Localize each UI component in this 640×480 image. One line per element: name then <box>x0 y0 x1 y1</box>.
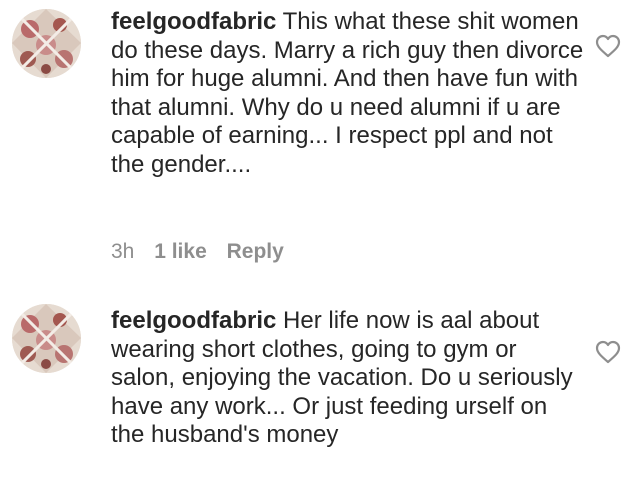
comment-likes[interactable]: 1 like <box>154 240 207 263</box>
avatar[interactable] <box>12 304 81 373</box>
avatar[interactable] <box>12 9 81 78</box>
heart-outline-icon[interactable] <box>595 34 621 58</box>
comment-username[interactable]: feelgoodfabric <box>111 8 276 35</box>
comment-meta: 3h 1 like Reply <box>111 240 298 264</box>
heart-outline-icon[interactable] <box>595 340 621 364</box>
comment-time: 3h <box>111 240 135 263</box>
floral-avatar-icon <box>12 9 81 78</box>
comment-item: feelgoodfabric Her life now is aal about… <box>0 290 640 480</box>
comment-body: feelgoodfabric This what these shit wome… <box>111 8 586 179</box>
comment-item: feelgoodfabric This what these shit wome… <box>0 0 640 290</box>
floral-avatar-icon <box>12 304 81 373</box>
comment-username[interactable]: feelgoodfabric <box>111 307 276 334</box>
comment-body: feelgoodfabric Her life now is aal about… <box>111 307 586 450</box>
reply-button[interactable]: Reply <box>227 240 284 263</box>
